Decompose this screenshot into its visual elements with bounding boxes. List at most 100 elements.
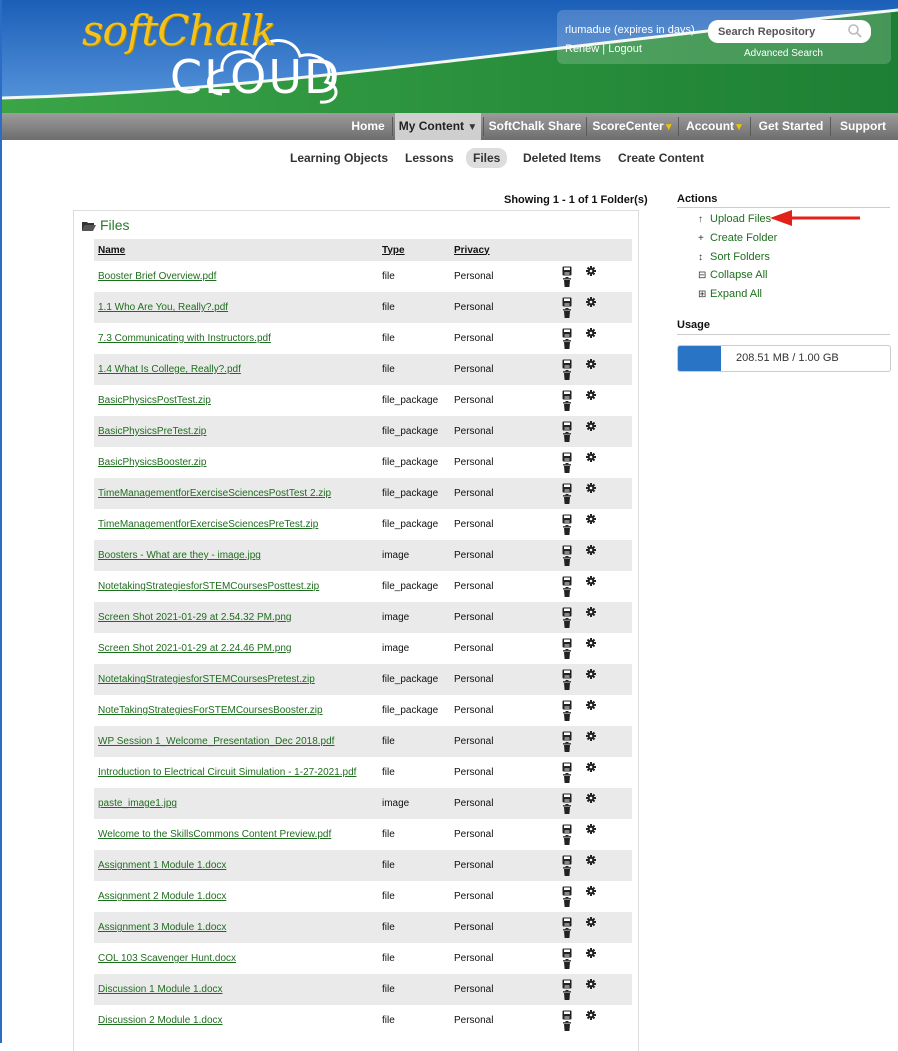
trash-icon[interactable] [562, 524, 572, 535]
file-name-link[interactable]: BasicPhysicsBooster.zip [98, 457, 206, 468]
trash-icon[interactable] [562, 369, 572, 380]
gear-icon[interactable] [586, 420, 596, 431]
save-icon[interactable] [562, 359, 572, 369]
upload-files-link[interactable]: ↑ Upload Files [698, 213, 771, 225]
file-name-link[interactable]: Boosters - What are they - image.jpg [98, 550, 261, 561]
file-name-link[interactable]: BasicPhysicsPostTest.zip [98, 395, 211, 406]
save-icon[interactable] [562, 1010, 572, 1020]
save-icon[interactable] [562, 979, 572, 989]
save-icon[interactable] [562, 545, 572, 555]
subnav-files[interactable]: Files [466, 148, 508, 168]
gear-icon[interactable] [586, 575, 596, 586]
gear-icon[interactable] [586, 885, 596, 896]
file-name-link[interactable]: TimeManagementforExerciseSciencesPostTes… [98, 488, 331, 499]
file-name-link[interactable]: NotetakingStrategiesforSTEMCoursesPretes… [98, 674, 315, 685]
save-icon[interactable] [562, 607, 572, 617]
gear-icon[interactable] [586, 296, 596, 307]
gear-icon[interactable] [586, 451, 596, 462]
trash-icon[interactable] [562, 617, 572, 628]
gear-icon[interactable] [586, 947, 596, 958]
save-icon[interactable] [562, 762, 572, 772]
nav-softchalk-share[interactable]: SoftChalk Share [486, 113, 584, 140]
trash-icon[interactable] [562, 555, 572, 566]
trash-icon[interactable] [562, 462, 572, 473]
gear-icon[interactable] [586, 606, 596, 617]
gear-icon[interactable] [586, 916, 596, 927]
renew-link[interactable]: Renew [565, 43, 599, 55]
create-folder-link[interactable]: + Create Folder [698, 232, 777, 244]
gear-icon[interactable] [586, 482, 596, 493]
trash-icon[interactable] [562, 896, 572, 907]
search-input[interactable] [716, 22, 850, 42]
advanced-search-link[interactable]: Advanced Search [744, 48, 823, 59]
trash-icon[interactable] [562, 648, 572, 659]
nav-get-started[interactable]: Get Started [754, 113, 828, 140]
subnav-learning-objects[interactable]: Learning Objects [290, 148, 388, 168]
gear-icon[interactable] [586, 792, 596, 803]
file-name-link[interactable]: TimeManagementforExerciseSciencesPreTest… [98, 519, 318, 530]
nav-my-content[interactable]: My Content ▼ [395, 113, 481, 140]
file-name-link[interactable]: Screen Shot 2021-01-29 at 2.54.32 PM.png [98, 612, 291, 623]
gear-icon[interactable] [586, 1009, 596, 1020]
gear-icon[interactable] [586, 761, 596, 772]
save-icon[interactable] [562, 297, 572, 307]
nav-support[interactable]: Support [833, 113, 893, 140]
gear-icon[interactable] [586, 978, 596, 989]
gear-icon[interactable] [586, 730, 596, 741]
trash-icon[interactable] [562, 493, 572, 504]
save-icon[interactable] [562, 731, 572, 741]
file-name-link[interactable]: Introduction to Electrical Circuit Simul… [98, 767, 356, 778]
save-icon[interactable] [562, 390, 572, 400]
trash-icon[interactable] [562, 772, 572, 783]
nav-home[interactable]: Home [346, 113, 390, 140]
file-name-link[interactable]: Discussion 1 Module 1.docx [98, 984, 223, 995]
save-icon[interactable] [562, 824, 572, 834]
gear-icon[interactable] [586, 358, 596, 369]
file-name-link[interactable]: paste_image1.jpg [98, 798, 177, 809]
trash-icon[interactable] [562, 1020, 572, 1031]
gear-icon[interactable] [586, 389, 596, 400]
save-icon[interactable] [562, 266, 572, 276]
file-name-link[interactable]: NotetakingStrategiesforSTEMCoursesPostte… [98, 581, 319, 592]
save-icon[interactable] [562, 576, 572, 586]
file-name-link[interactable]: Discussion 2 Module 1.docx [98, 1015, 223, 1026]
file-name-link[interactable]: NoteTakingStrategiesForSTEMCoursesBooste… [98, 705, 323, 716]
file-name-link[interactable]: Welcome to the SkillsCommons Content Pre… [98, 829, 331, 840]
trash-icon[interactable] [562, 989, 572, 1000]
trash-icon[interactable] [562, 307, 572, 318]
save-icon[interactable] [562, 948, 572, 958]
subnav-lessons[interactable]: Lessons [405, 148, 454, 168]
file-name-link[interactable]: Booster Brief Overview.pdf [98, 271, 216, 282]
gear-icon[interactable] [586, 327, 596, 338]
nav-scorecenter[interactable]: ScoreCenter▼ [590, 113, 676, 140]
file-name-link[interactable]: 7.3 Communicating with Instructors.pdf [98, 333, 271, 344]
trash-icon[interactable] [562, 276, 572, 287]
file-name-link[interactable]: 1.1 Who Are You, Really?.pdf [98, 302, 228, 313]
gear-icon[interactable] [586, 544, 596, 555]
save-icon[interactable] [562, 421, 572, 431]
save-icon[interactable] [562, 669, 572, 679]
trash-icon[interactable] [562, 803, 572, 814]
save-icon[interactable] [562, 886, 572, 896]
save-icon[interactable] [562, 483, 572, 493]
trash-icon[interactable] [562, 679, 572, 690]
column-header-privacy[interactable]: Privacy [450, 239, 558, 261]
gear-icon[interactable] [586, 637, 596, 648]
file-name-link[interactable]: Assignment 1 Module 1.docx [98, 860, 226, 871]
save-icon[interactable] [562, 700, 572, 710]
trash-icon[interactable] [562, 586, 572, 597]
nav-account[interactable]: Account▼ [682, 113, 748, 140]
file-name-link[interactable]: Screen Shot 2021-01-29 at 2.24.46 PM.png [98, 643, 291, 654]
trash-icon[interactable] [562, 834, 572, 845]
save-icon[interactable] [562, 514, 572, 524]
file-name-link[interactable]: Assignment 3 Module 1.docx [98, 922, 226, 933]
expand-all-link[interactable]: ⊞ Expand All [698, 288, 762, 300]
save-icon[interactable] [562, 328, 572, 338]
trash-icon[interactable] [562, 865, 572, 876]
gear-icon[interactable] [586, 668, 596, 679]
gear-icon[interactable] [586, 265, 596, 276]
softchalk-logo[interactable]: softChalk CLOUD [82, 6, 342, 106]
file-name-link[interactable]: Assignment 2 Module 1.docx [98, 891, 226, 902]
collapse-all-link[interactable]: ⊟ Collapse All [698, 269, 767, 281]
trash-icon[interactable] [562, 710, 572, 721]
